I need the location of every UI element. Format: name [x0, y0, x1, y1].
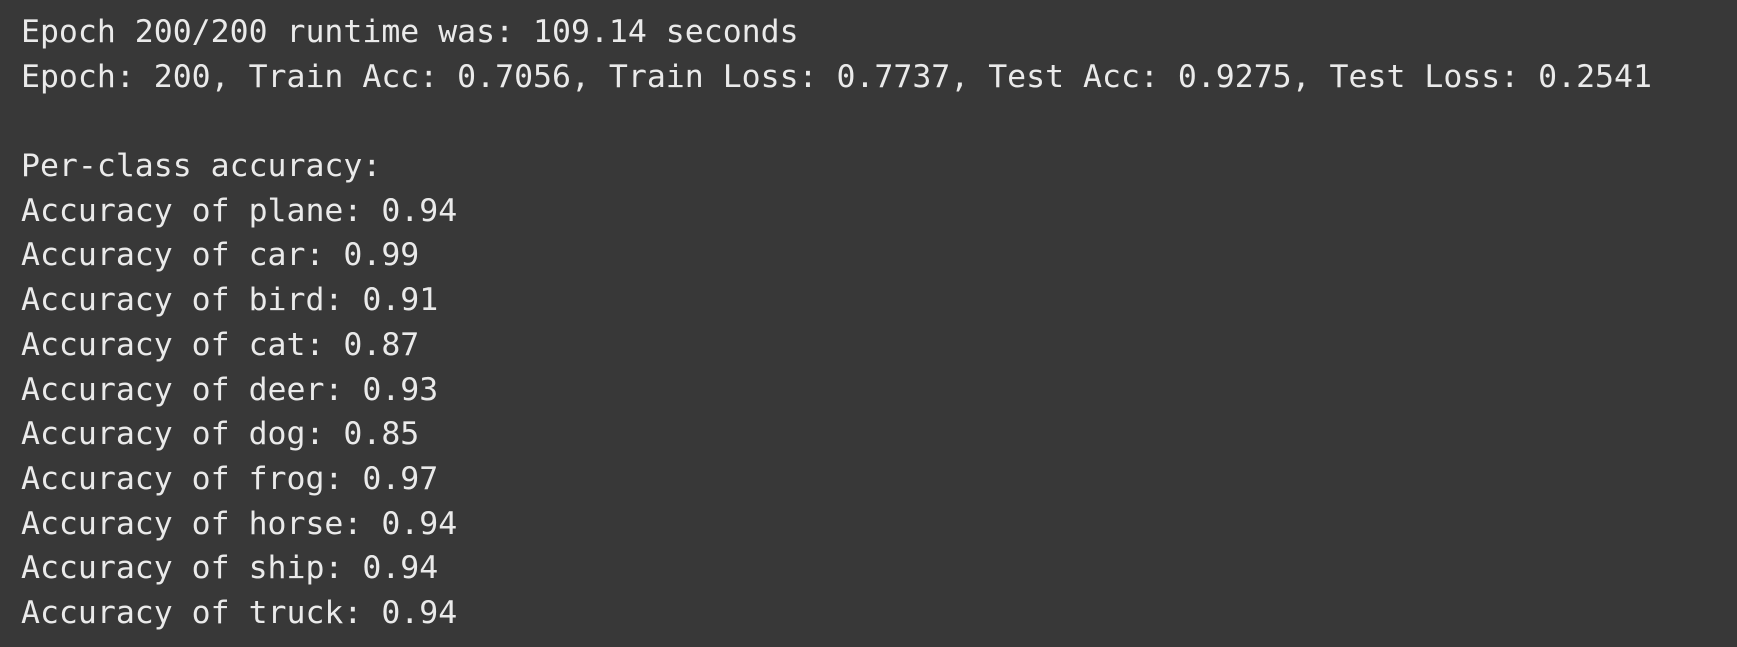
accuracy-line-dog: Accuracy of dog: 0.85: [21, 416, 420, 453]
cell-output-area: Epoch 200/200 runtime was: 109.14 second…: [0, 0, 1737, 647]
epoch-metrics-line: Epoch: 200, Train Acc: 0.7056, Train Los…: [21, 58, 1652, 95]
accuracy-line-plane: Accuracy of plane: 0.94: [21, 192, 458, 229]
accuracy-line-horse: Accuracy of horse: 0.94: [21, 505, 458, 542]
accuracy-line-truck: Accuracy of truck: 0.94: [21, 594, 458, 631]
epoch-runtime-line: Epoch 200/200 runtime was: 109.14 second…: [21, 14, 799, 50]
accuracy-line-deer: Accuracy of deer: 0.93: [21, 371, 439, 408]
accuracy-line-ship: Accuracy of ship: 0.94: [21, 550, 439, 587]
accuracy-line-frog: Accuracy of frog: 0.97: [21, 460, 439, 497]
accuracy-line-car: Accuracy of car: 0.99: [21, 237, 420, 274]
accuracy-line-bird: Accuracy of bird: 0.91: [21, 282, 439, 319]
accuracy-line-cat: Accuracy of cat: 0.87: [21, 326, 420, 363]
per-class-accuracy-header: Per-class accuracy:: [21, 148, 382, 185]
